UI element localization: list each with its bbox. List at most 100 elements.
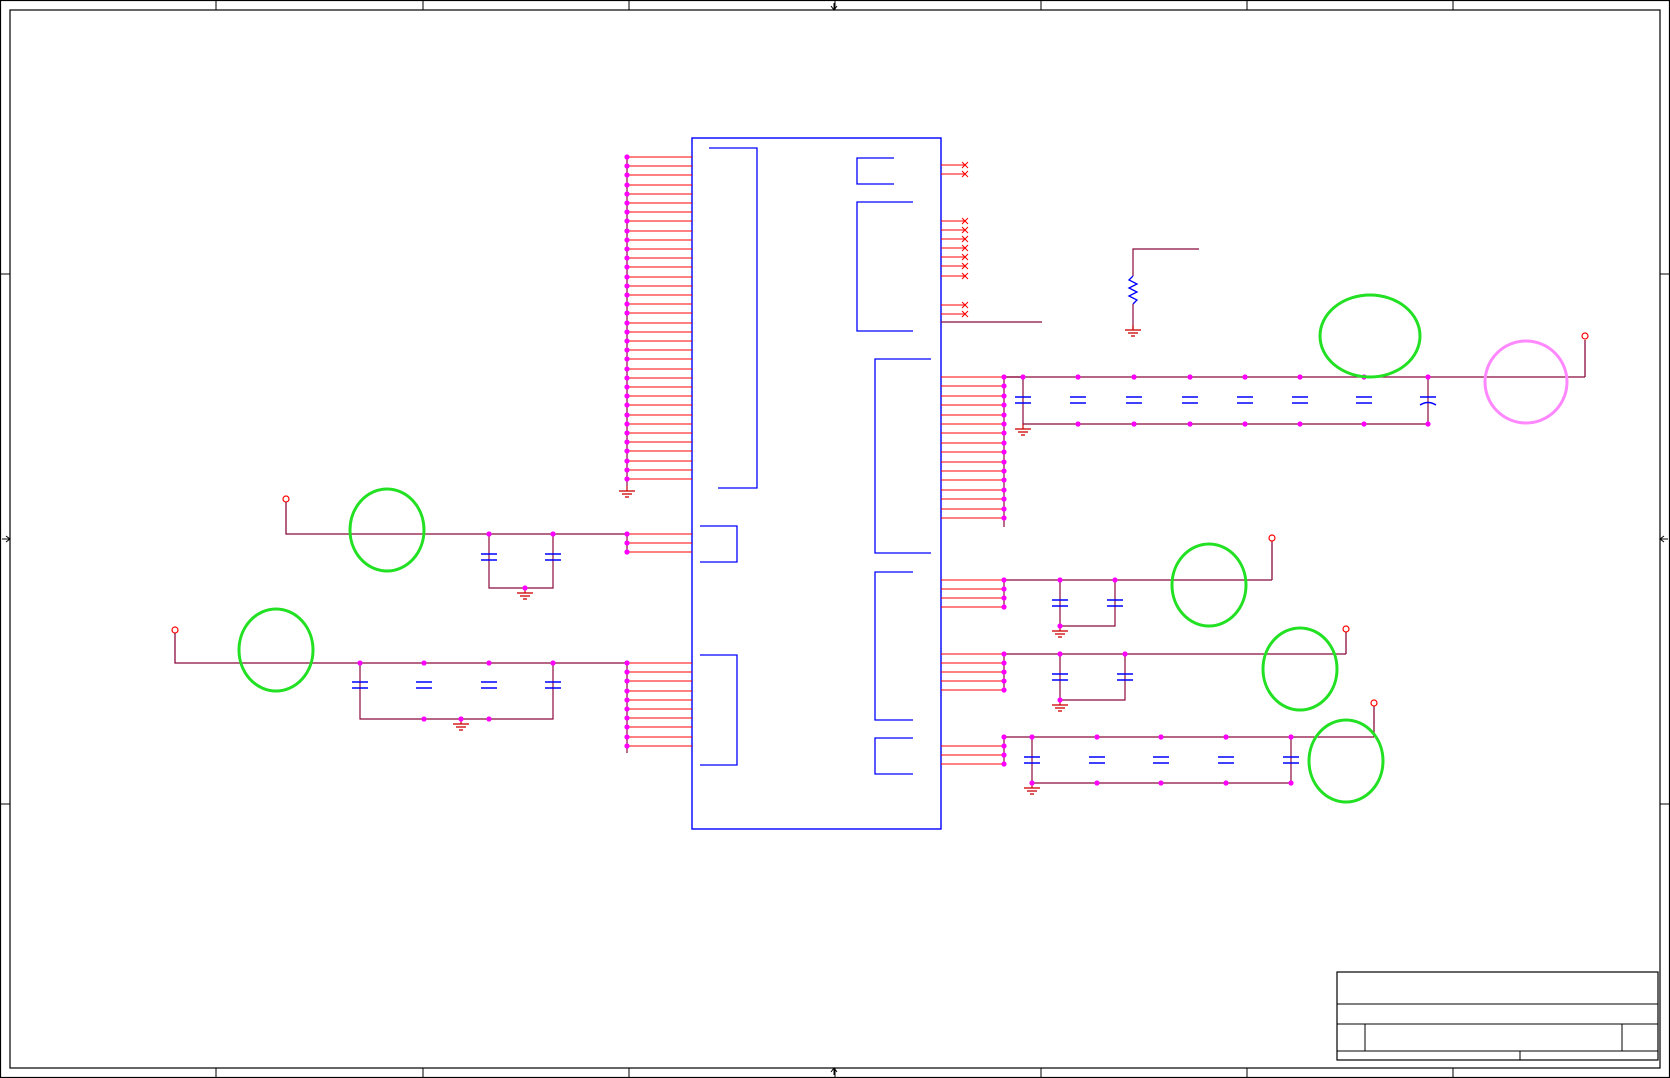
junction-dot	[624, 283, 630, 289]
power-port	[1581, 332, 1589, 340]
junction-dot	[1094, 734, 1100, 740]
junction-dot	[1001, 604, 1007, 610]
junction-dot	[1001, 586, 1007, 592]
junction-dot	[1075, 421, 1081, 427]
junction-dot	[1001, 577, 1007, 583]
junction-dot	[1425, 421, 1431, 427]
junction-dot	[624, 191, 630, 197]
nets	[171, 156, 1589, 784]
junction-dot	[1001, 440, 1007, 446]
junction-dot	[624, 421, 630, 427]
junction-dot	[624, 540, 630, 546]
junction-dot	[486, 660, 492, 666]
junction-dot	[1075, 374, 1081, 380]
vdd-rail-left-upper	[285, 502, 627, 535]
junction-dot	[624, 669, 630, 675]
junction-dot	[1001, 734, 1007, 740]
junction-dot	[624, 218, 630, 224]
junction-dot	[624, 329, 630, 335]
vdd-rail-left-lower	[174, 633, 627, 664]
junction-dot	[550, 660, 556, 666]
highlight-circle-vdd-rail-right-top	[1318, 293, 1422, 379]
junction-dot	[1001, 496, 1007, 502]
junction-dot	[1112, 577, 1118, 583]
decoupling-capacitors	[352, 275, 1437, 764]
junction-dot	[1001, 449, 1007, 455]
junction-dot	[1094, 780, 1100, 786]
junction-dot	[1001, 752, 1007, 758]
junction-dot	[624, 439, 630, 445]
junction-dot	[624, 678, 630, 684]
junction-dot	[624, 228, 630, 234]
junction-dot	[1297, 374, 1303, 380]
junction-dot	[421, 660, 427, 666]
junction-dot	[1187, 421, 1193, 427]
junction-dot	[624, 209, 630, 215]
junction-dot	[550, 531, 556, 537]
junction-dot	[1158, 780, 1164, 786]
junction-dot	[1131, 374, 1137, 380]
cap-return	[1059, 654, 1126, 701]
junction-dot	[624, 274, 630, 280]
junction-dot	[624, 347, 630, 353]
junction-dot	[1288, 780, 1294, 786]
pin-group-bracket-right-1	[856, 157, 894, 185]
sheet-frame	[0, 0, 1670, 1078]
junction-dot	[1242, 374, 1248, 380]
junction-dot	[1001, 487, 1007, 493]
junction-dot	[624, 301, 630, 307]
center-mark-bottom	[830, 1067, 838, 1075]
junction-dot	[1001, 687, 1007, 693]
junction-dot	[624, 467, 630, 473]
cap-return	[1031, 737, 1292, 784]
junction-dot	[1001, 459, 1007, 465]
junction-dot	[1001, 374, 1007, 380]
junction-dot	[624, 697, 630, 703]
junction-dot	[522, 585, 528, 591]
highlight-circle-vdd-rail-right-top-connector	[1483, 339, 1569, 425]
junction-dot	[624, 384, 630, 390]
junction-dot	[624, 246, 630, 252]
center-mark-top	[830, 3, 838, 11]
junction-dot	[1187, 374, 1193, 380]
junction-dot	[1001, 430, 1007, 436]
junction-dot	[1425, 374, 1431, 380]
junction-dot	[458, 716, 464, 722]
junction-dot	[624, 310, 630, 316]
junction-dot	[1131, 421, 1137, 427]
junction-dot	[624, 734, 630, 740]
pin-group-bracket-left-vdd2	[700, 654, 738, 766]
junction-dot	[1029, 734, 1035, 740]
center-mark-left	[2, 535, 11, 543]
junction-dot	[1001, 412, 1007, 418]
resistor-net	[1132, 248, 1199, 276]
pin-group-bracket-right-2	[856, 201, 913, 332]
junction-dot	[624, 531, 630, 537]
junction-dot	[1029, 780, 1035, 786]
highlight-circle-vdd-rail-right-bottom	[1307, 718, 1385, 804]
power-port	[1268, 534, 1276, 542]
junction-dot	[1297, 421, 1303, 427]
junction-dot	[1001, 761, 1007, 767]
power-port	[171, 626, 179, 634]
junction-dot	[1001, 669, 1007, 675]
junction-dot	[1020, 374, 1026, 380]
main-ic-symbol	[691, 137, 942, 830]
cap-return	[488, 534, 554, 589]
junction-dot	[1057, 697, 1063, 703]
junction-dot	[1057, 623, 1063, 629]
junction-dot	[624, 375, 630, 381]
junction-dot	[1001, 651, 1007, 657]
power-port	[1342, 625, 1350, 633]
junction-dot	[1001, 506, 1007, 512]
pin-group-bracket-left-bus	[709, 147, 758, 489]
inner-border	[9, 9, 1661, 1069]
junction-dot	[1223, 734, 1229, 740]
ic-outline	[691, 137, 942, 830]
junction-dot	[1001, 383, 1007, 389]
junction-dot	[1001, 678, 1007, 684]
junction-dot	[357, 660, 363, 666]
highlight-circle-vdd-rail-left-lower	[237, 607, 315, 693]
cap-return	[1059, 580, 1116, 627]
highlight-circle-vdd-rail-right-mid-1	[1170, 542, 1248, 628]
